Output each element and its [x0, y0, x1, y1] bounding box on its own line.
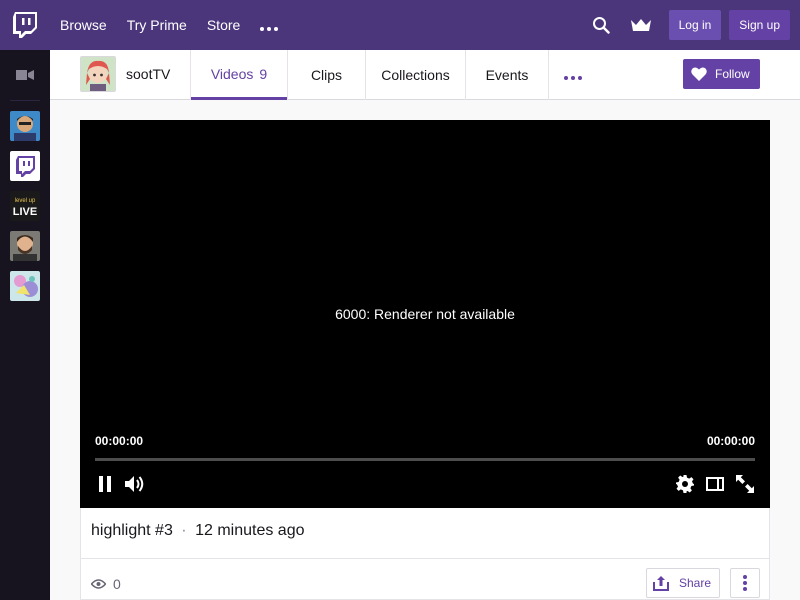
left-sidebar: level up LIVE	[0, 50, 50, 600]
view-count: 0	[91, 576, 121, 592]
nav-try-prime-link[interactable]: Try Prime	[127, 17, 187, 33]
signup-button[interactable]: Sign up	[729, 10, 790, 40]
current-time: 00:00:00	[95, 434, 144, 448]
channel-avatar[interactable]	[80, 56, 116, 92]
player-error-message: 6000: Renderer not available	[335, 306, 515, 322]
channel-avatar-twitch[interactable]	[10, 151, 40, 181]
share-icon	[653, 576, 669, 591]
tab-collections[interactable]: Collections	[366, 50, 465, 100]
volume-icon[interactable]	[124, 473, 146, 495]
tab-events[interactable]: Events	[466, 50, 548, 100]
settings-gear-icon[interactable]	[674, 473, 696, 495]
view-count-value: 0	[113, 576, 121, 592]
more-options-button[interactable]	[730, 568, 760, 598]
tab-videos-count: 9	[259, 65, 268, 82]
fullscreen-icon[interactable]	[734, 473, 756, 495]
video-info-card: highlight #3 · 12 minutes ago 0 Share	[80, 508, 770, 600]
tab-videos-label: Videos	[210, 65, 254, 82]
info-divider	[81, 558, 770, 559]
tab-clips[interactable]: Clips	[288, 50, 365, 100]
theatre-mode-icon[interactable]	[704, 473, 726, 495]
follow-button[interactable]: Follow	[683, 59, 760, 89]
channel-avatar-5[interactable]	[10, 271, 40, 301]
sidebar-divider	[10, 100, 40, 101]
video-camera-icon[interactable]	[0, 50, 50, 100]
live-text: LIVE	[13, 206, 37, 218]
tab-collections-label: Collections	[381, 67, 450, 83]
title-separator: ·	[181, 522, 187, 539]
levelup-text: level up	[15, 198, 36, 204]
login-button[interactable]: Log in	[668, 10, 722, 40]
video-player[interactable]: 6000: Renderer not available 00:00:00 00…	[80, 120, 770, 508]
tab-videos[interactable]: Videos 9	[191, 50, 287, 100]
search-icon[interactable]	[589, 13, 613, 37]
tab-clips-label: Clips	[310, 67, 343, 83]
total-time: 00:00:00	[706, 434, 755, 448]
tab-events-label: Events	[485, 67, 529, 83]
channel-name[interactable]: sootTV	[126, 66, 170, 82]
subnav-separator	[548, 50, 549, 100]
video-age: 12 minutes ago	[195, 522, 305, 539]
nav-browse-link[interactable]: Browse	[60, 17, 107, 33]
eye-icon	[91, 579, 106, 589]
nav-right-group: Log in Sign up	[589, 0, 790, 50]
heart-icon	[691, 67, 707, 81]
follow-label: Follow	[715, 67, 750, 81]
top-nav: Browse Try Prime Store Log in Sign up	[0, 0, 800, 50]
pause-icon[interactable]	[94, 473, 116, 495]
channel-avatar-4[interactable]	[10, 231, 40, 261]
channel-subnav: sootTV Videos 9 Clips Collections Events…	[50, 50, 800, 100]
crown-icon[interactable]	[629, 13, 653, 37]
channel-avatar-1[interactable]	[10, 111, 40, 141]
twitch-logo-icon[interactable]	[0, 0, 50, 50]
seek-bar[interactable]	[95, 458, 755, 461]
video-title-row: highlight #3 · 12 minutes ago	[91, 522, 304, 540]
kebab-icon	[743, 575, 747, 591]
nav-store-link[interactable]: Store	[207, 17, 240, 33]
share-label: Share	[679, 576, 712, 590]
channel-avatar-levelup[interactable]: level up LIVE	[10, 191, 40, 221]
channel-more-icon[interactable]	[564, 64, 582, 85]
share-button[interactable]: Share	[646, 568, 720, 598]
video-title[interactable]: highlight #3	[91, 522, 173, 539]
more-dots-icon[interactable]	[260, 16, 279, 34]
